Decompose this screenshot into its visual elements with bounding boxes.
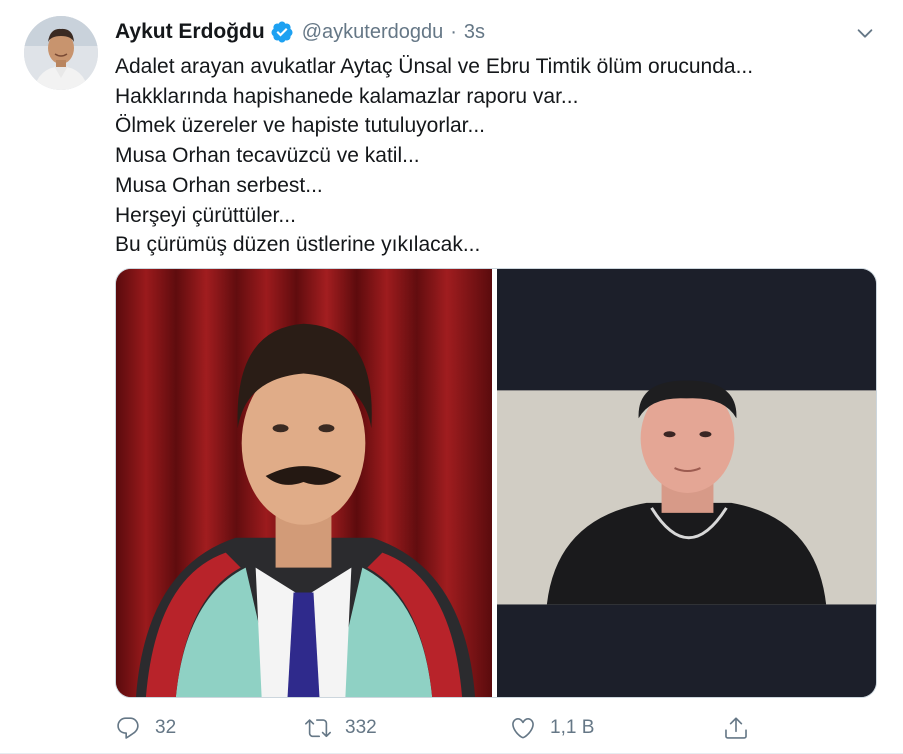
lawyer-portrait-photo[interactable] bbox=[116, 269, 493, 697]
retweet-icon bbox=[305, 715, 331, 741]
tweet-text-line: Bu çürümüş düzen üstlerine yıkılacak... bbox=[115, 233, 481, 257]
reply-icon bbox=[115, 715, 141, 741]
verified-badge-icon bbox=[270, 20, 294, 44]
tweet-text-line: Herşeyi çürüttüler... bbox=[115, 203, 296, 227]
author-handle[interactable]: @aykuterdogdu bbox=[302, 21, 444, 44]
share-icon bbox=[723, 715, 749, 741]
chevron-down-icon[interactable] bbox=[852, 20, 878, 46]
tweet-header: Aykut Erdoğdu @aykuterdogdu · 3s bbox=[115, 18, 485, 46]
retweet-count: 332 bbox=[345, 717, 377, 738]
retweet-button[interactable]: 332 bbox=[305, 708, 377, 748]
tweet-text: Adalet arayan avukatlar Aytaç Ünsal ve E… bbox=[115, 52, 875, 260]
share-button[interactable] bbox=[723, 708, 749, 748]
tweet-actions: 32 332 1,1 B bbox=[115, 708, 875, 748]
tweet[interactable]: Aykut Erdoğdu @aykuterdogdu · 3s Adalet … bbox=[0, 0, 903, 754]
like-button[interactable]: 1,1 B bbox=[510, 708, 594, 748]
tweet-text-line: Hakklarında hapishanede kalamazlar rapor… bbox=[115, 84, 579, 108]
media-grid bbox=[115, 268, 877, 698]
heart-icon bbox=[510, 715, 536, 741]
timestamp[interactable]: 3s bbox=[464, 21, 485, 44]
tweet-text-line: Musa Orhan serbest... bbox=[115, 173, 323, 197]
reply-count: 32 bbox=[155, 717, 177, 738]
tweet-text-line: Ölmek üzereler ve hapiste tutuluyorlar..… bbox=[115, 114, 486, 138]
reply-button[interactable]: 32 bbox=[115, 708, 176, 748]
tweet-text-line: Musa Orhan tecavüzcü ve katil... bbox=[115, 144, 420, 168]
author-name[interactable]: Aykut Erdoğdu bbox=[115, 20, 265, 44]
man-portrait-photo[interactable] bbox=[497, 269, 876, 697]
avatar[interactable] bbox=[24, 16, 98, 90]
tweet-text-line: Adalet arayan avukatlar Aytaç Ünsal ve E… bbox=[115, 55, 754, 78]
separator-dot: · bbox=[450, 20, 457, 43]
like-count: 1,1 B bbox=[550, 717, 595, 738]
